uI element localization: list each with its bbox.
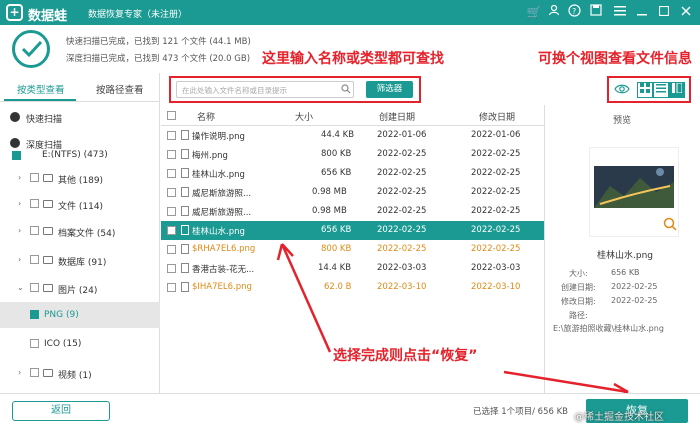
watermark: @稀土掘金技术社区 (574, 412, 664, 423)
selection-status: 已选择 1个项目/ 656 KB (473, 407, 569, 417)
bottom-bar: 返回 已选择 1个项目/ 656 KB 恢复 @稀土掘金技术社区 (0, 393, 700, 428)
annotation-arrows (276, 243, 629, 400)
back-button[interactable]: 返回 (12, 401, 110, 421)
